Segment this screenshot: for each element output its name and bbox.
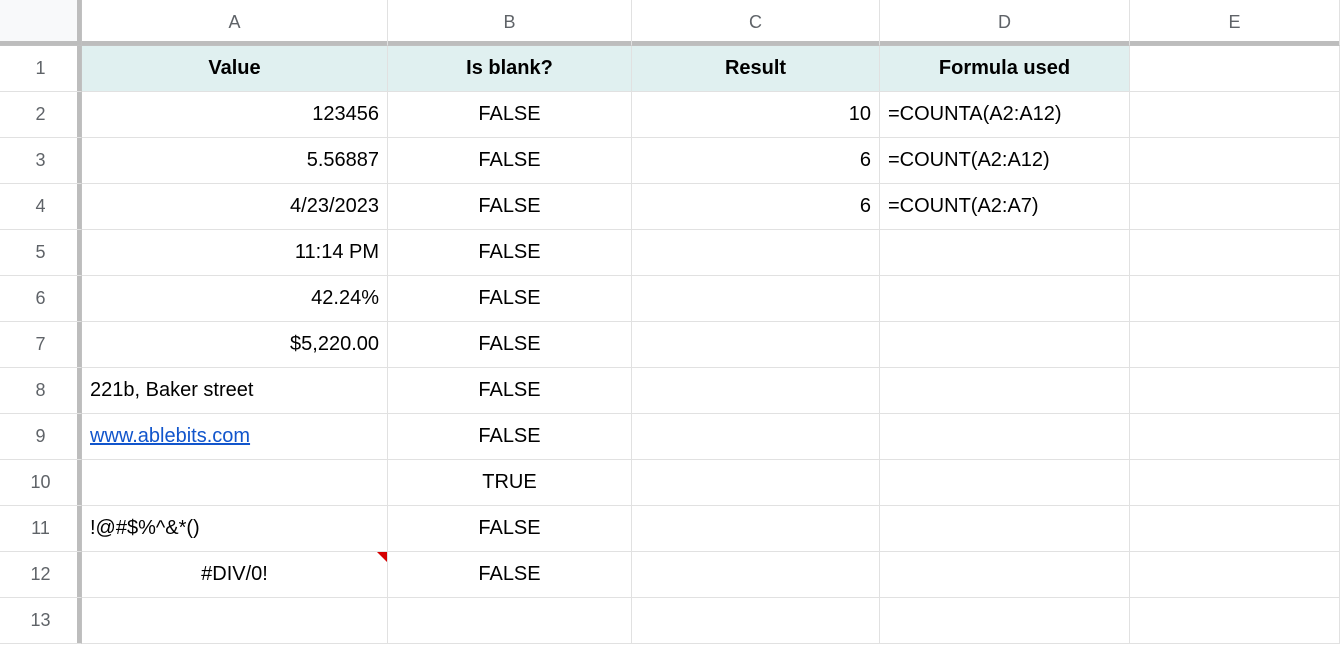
cell-C9[interactable] [632, 414, 880, 460]
cell-D3[interactable]: =COUNT(A2:A12) [880, 138, 1130, 184]
cell-B7[interactable]: FALSE [388, 322, 632, 368]
cell-E9[interactable] [1130, 414, 1340, 460]
cell-D9[interactable] [880, 414, 1130, 460]
cell-B6[interactable]: FALSE [388, 276, 632, 322]
cell-E13[interactable] [1130, 598, 1340, 644]
row-header-10[interactable]: 10 [0, 460, 82, 506]
cell-A1[interactable]: Value [82, 46, 388, 92]
cell-B1[interactable]: Is blank? [388, 46, 632, 92]
cell-A8[interactable]: 221b, Baker street [82, 368, 388, 414]
cell-E7[interactable] [1130, 322, 1340, 368]
cell-B13[interactable] [388, 598, 632, 644]
cell-A7[interactable]: $5,220.00 [82, 322, 388, 368]
cell-A4[interactable]: 4/23/2023 [82, 184, 388, 230]
row-header-7[interactable]: 7 [0, 322, 82, 368]
cell-C5[interactable] [632, 230, 880, 276]
cell-E6[interactable] [1130, 276, 1340, 322]
cell-C10[interactable] [632, 460, 880, 506]
column-header-A[interactable]: A [82, 0, 388, 46]
column-header-D[interactable]: D [880, 0, 1130, 46]
cell-D12[interactable] [880, 552, 1130, 598]
cell-A12[interactable]: #DIV/0! [82, 552, 388, 598]
select-all-corner[interactable] [0, 0, 82, 46]
cell-C1[interactable]: Result [632, 46, 880, 92]
cell-B9[interactable]: FALSE [388, 414, 632, 460]
cell-B2[interactable]: FALSE [388, 92, 632, 138]
cell-D4[interactable]: =COUNT(A2:A7) [880, 184, 1130, 230]
cell-C7[interactable] [632, 322, 880, 368]
cell-A3[interactable]: 5.56887 [82, 138, 388, 184]
cell-E12[interactable] [1130, 552, 1340, 598]
cell-D7[interactable] [880, 322, 1130, 368]
cell-C12[interactable] [632, 552, 880, 598]
row-header-1[interactable]: 1 [0, 46, 82, 92]
cell-B8[interactable]: FALSE [388, 368, 632, 414]
column-header-B[interactable]: B [388, 0, 632, 46]
cell-B4[interactable]: FALSE [388, 184, 632, 230]
cell-E10[interactable] [1130, 460, 1340, 506]
row-header-13[interactable]: 13 [0, 598, 82, 644]
cell-C3[interactable]: 6 [632, 138, 880, 184]
cell-D13[interactable] [880, 598, 1130, 644]
cell-D8[interactable] [880, 368, 1130, 414]
row-header-8[interactable]: 8 [0, 368, 82, 414]
cell-A6[interactable]: 42.24% [82, 276, 388, 322]
cell-E11[interactable] [1130, 506, 1340, 552]
cell-B12[interactable]: FALSE [388, 552, 632, 598]
cell-D2[interactable]: =COUNTA(A2:A12) [880, 92, 1130, 138]
cell-B3[interactable]: FALSE [388, 138, 632, 184]
row-header-9[interactable]: 9 [0, 414, 82, 460]
cell-A9[interactable]: www.ablebits.com [82, 414, 388, 460]
row-header-12[interactable]: 12 [0, 552, 82, 598]
cell-B10[interactable]: TRUE [388, 460, 632, 506]
cell-C4[interactable]: 6 [632, 184, 880, 230]
row-header-2[interactable]: 2 [0, 92, 82, 138]
cell-D6[interactable] [880, 276, 1130, 322]
column-header-E[interactable]: E [1130, 0, 1340, 46]
cell-E4[interactable] [1130, 184, 1340, 230]
row-header-6[interactable]: 6 [0, 276, 82, 322]
row-header-4[interactable]: 4 [0, 184, 82, 230]
column-header-C[interactable]: C [632, 0, 880, 46]
cell-D1[interactable]: Formula used [880, 46, 1130, 92]
cell-B11[interactable]: FALSE [388, 506, 632, 552]
cell-E1[interactable] [1130, 46, 1340, 92]
spreadsheet-grid[interactable]: ABCDE1ValueIs blank?ResultFormula used21… [0, 0, 1340, 644]
cell-D5[interactable] [880, 230, 1130, 276]
cell-C13[interactable] [632, 598, 880, 644]
cell-C6[interactable] [632, 276, 880, 322]
cell-A10[interactable] [82, 460, 388, 506]
row-header-5[interactable]: 5 [0, 230, 82, 276]
cell-A11[interactable]: !@#$%^&*() [82, 506, 388, 552]
cell-D10[interactable] [880, 460, 1130, 506]
row-header-11[interactable]: 11 [0, 506, 82, 552]
row-header-3[interactable]: 3 [0, 138, 82, 184]
cell-C11[interactable] [632, 506, 880, 552]
cell-E2[interactable] [1130, 92, 1340, 138]
cell-C8[interactable] [632, 368, 880, 414]
cell-A5[interactable]: 11:14 PM [82, 230, 388, 276]
cell-E3[interactable] [1130, 138, 1340, 184]
cell-A2[interactable]: 123456 [82, 92, 388, 138]
cell-E8[interactable] [1130, 368, 1340, 414]
cell-A13[interactable] [82, 598, 388, 644]
cell-B5[interactable]: FALSE [388, 230, 632, 276]
cell-D11[interactable] [880, 506, 1130, 552]
cell-C2[interactable]: 10 [632, 92, 880, 138]
cell-E5[interactable] [1130, 230, 1340, 276]
